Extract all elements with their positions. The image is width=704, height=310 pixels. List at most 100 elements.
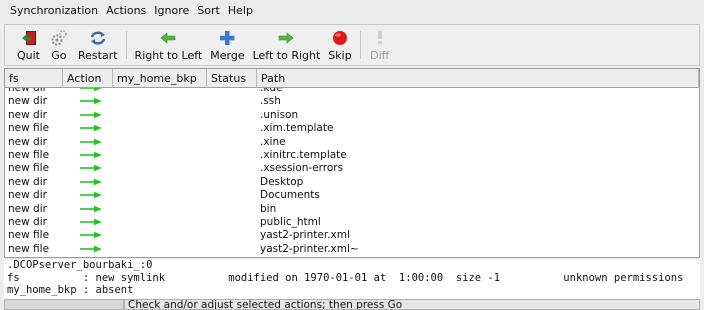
table-row[interactable]: new dir Desktop [5,176,699,189]
cell-path: .xsession-errors [260,162,344,175]
cell-my-home-bkp [113,216,207,229]
cell-fs: new dir [8,175,47,188]
restart-label: Restart [78,49,118,62]
cell-status [207,88,257,95]
right-to-left-button[interactable]: Right to Left [131,25,207,65]
right-arrow-icon [80,191,102,199]
cell-status [207,216,257,229]
cell-status [207,122,257,135]
quit-icon [21,31,36,45]
cell-fs: new file [8,148,50,161]
status-bar: Check and/or adjust selected actions; th… [4,299,700,310]
cell-action[interactable] [63,122,113,135]
cell-action[interactable] [63,203,113,216]
table-row[interactable]: new dir bin [5,203,699,216]
quit-label: Quit [17,49,40,62]
restart-button[interactable]: Restart [74,25,122,65]
diff-icon [377,31,382,44]
cell-action[interactable] [63,176,113,189]
column-header-path[interactable]: Path [257,69,699,88]
menu-sort[interactable]: Sort [193,2,224,20]
cell-my-home-bkp [113,203,207,216]
cell-status [207,149,257,162]
table-row[interactable]: new dir Documents [5,189,699,202]
table-row[interactable]: new file .xsession-errors [5,162,699,175]
cell-fs: new file [8,229,50,242]
status-progress [4,299,124,310]
column-header-fs[interactable]: fs [5,69,63,88]
cell-my-home-bkp [113,122,207,135]
menu-help[interactable]: Help [224,2,257,20]
column-header-status[interactable]: Status [207,69,257,88]
toolbar-separator [359,31,361,59]
merge-button[interactable]: Merge [206,25,248,65]
cell-my-home-bkp [113,243,207,256]
table-row[interactable]: new dir .ssh [5,95,699,108]
merge-label: Merge [210,49,245,62]
cell-action[interactable] [63,189,113,202]
cell-status [207,189,257,202]
file-table: fs Action my_home_bkp Status Path new di… [4,68,700,258]
details-line-2: fs : new symlink modified on 1970-01-01 … [7,271,684,284]
details-line-1: .DCOPserver_bourbaki_:0 [7,259,153,271]
right-arrow-icon [80,111,102,118]
cell-fs: new file [8,242,50,255]
cell-status [207,136,257,149]
cell-my-home-bkp [113,109,207,122]
cell-action[interactable] [63,88,113,95]
cell-path: .xim.template [260,122,334,135]
cell-action[interactable] [63,162,113,175]
skip-button[interactable]: Skip [324,25,355,65]
gears-icon [51,30,67,46]
cell-path: Documents [260,189,320,202]
cell-action[interactable] [63,149,113,162]
cell-path: .kde [260,88,283,94]
cell-path: .unison [260,108,299,121]
cell-action[interactable] [63,216,113,229]
cell-fs: new dir [8,108,47,121]
cell-fs: new dir [8,95,47,108]
right-arrow-icon [80,178,102,185]
table-row[interactable]: new dir public_html [5,216,699,229]
cell-fs: new file [8,162,50,175]
right-arrow-icon [80,232,102,239]
cell-action[interactable] [63,95,113,108]
cell-action[interactable] [63,136,113,149]
table-row[interactable]: new dir .xine [5,136,699,149]
go-label: Go [51,49,67,62]
table-row[interactable]: new dir .unison [5,109,699,122]
right-arrow-icon [80,245,102,252]
left-to-right-button[interactable]: Left to Right [249,25,325,65]
table-row[interactable]: new dir .kde [5,88,699,95]
cell-my-home-bkp [113,162,207,175]
menu-ignore[interactable]: Ignore [150,2,193,20]
table-row[interactable]: new file yast2-printer.xml [5,229,699,242]
menu-synchronization[interactable]: Synchronization [6,2,102,20]
column-header-my-home-bkp[interactable]: my_home_bkp [113,69,207,88]
right-arrow-icon [80,205,102,212]
table-row[interactable]: new file yast2-printer.xml~ [5,243,699,256]
right-arrow-icon [279,32,294,44]
cell-action[interactable] [63,229,113,242]
table-row[interactable]: new file .xinitrc.template [5,149,699,162]
cell-path: yast2-printer.xml [260,229,350,242]
cell-path: public_html [260,215,321,228]
go-button[interactable]: Go [44,25,74,65]
cell-fs: new dir [8,215,47,228]
cell-path: .xinitrc.template [260,148,347,161]
column-header-action[interactable]: Action [63,69,113,88]
skip-label: Skip [328,49,352,62]
cell-path: bin [260,202,277,215]
diff-label: Diff [370,49,390,62]
menu-actions[interactable]: Actions [102,2,150,20]
status-message: Check and/or adjust selected actions; th… [124,299,700,310]
cell-action[interactable] [63,109,113,122]
cell-fs: new dir [8,135,47,148]
cell-fs: new file [8,122,50,135]
right-arrow-icon [80,151,102,159]
table-header: fs Action my_home_bkp Status Path [5,69,699,88]
table-row[interactable]: new file .xim.template [5,122,699,135]
cell-action[interactable] [63,243,113,256]
diff-button[interactable]: Diff [365,25,395,65]
quit-button[interactable]: Quit [13,25,44,65]
